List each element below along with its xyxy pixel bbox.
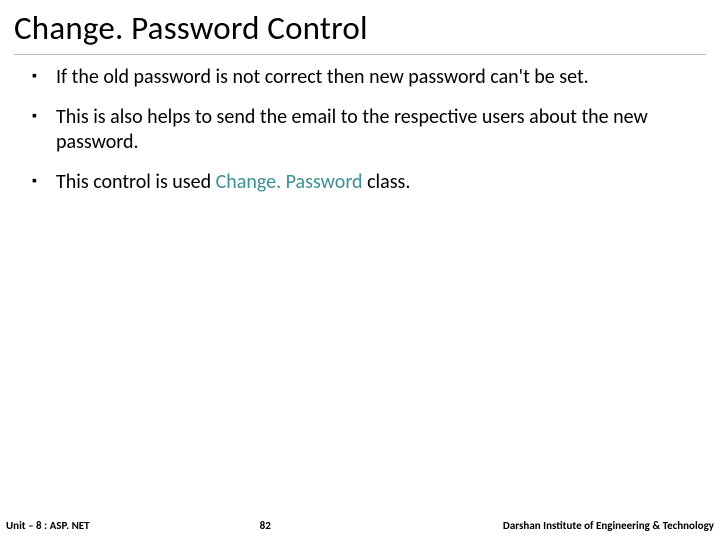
footer: Unit – 8 : ASP. NET 82 Darshan Institute… — [0, 514, 720, 540]
footer-page: 82 — [90, 519, 503, 532]
list-item-suffix: class. — [363, 170, 411, 194]
slide: Change. Password Control If the old pass… — [0, 0, 720, 540]
content-area: If the old password is not correct then … — [0, 55, 720, 195]
list-item: This control is used Change. Password cl… — [28, 170, 692, 196]
list-item-prefix: This control is used — [56, 170, 216, 194]
slide-title: Change. Password Control — [0, 0, 720, 54]
footer-unit: Unit – 8 : ASP. NET — [6, 519, 90, 532]
class-name: Change. Password — [216, 170, 363, 194]
list-item: If the old password is not correct then … — [28, 65, 692, 91]
list-item: This is also helps to send the email to … — [28, 105, 692, 156]
footer-institute: Darshan Institute of Engineering & Techn… — [503, 519, 714, 532]
bullet-list: If the old password is not correct then … — [28, 65, 692, 195]
